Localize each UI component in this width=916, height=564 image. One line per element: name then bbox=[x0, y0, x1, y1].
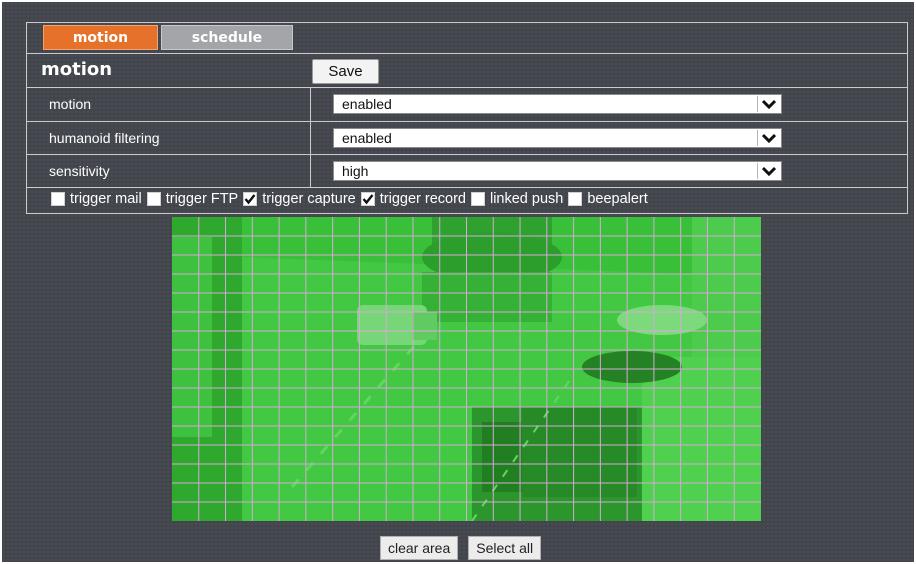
trigger-ftp-checkbox[interactable]: trigger FTP bbox=[146, 191, 239, 207]
checkbox-label: trigger mail bbox=[70, 191, 142, 207]
clear-area-button[interactable]: clear area bbox=[380, 536, 459, 560]
setting-label: motion bbox=[49, 96, 92, 112]
select-value: enabled bbox=[342, 96, 392, 112]
beepalert-checkbox[interactable]: beepalert bbox=[568, 191, 648, 207]
chevron-down-icon bbox=[757, 130, 780, 146]
alarm-options: trigger mail trigger FTP trigger capture… bbox=[51, 191, 653, 207]
checkbox-box[interactable] bbox=[51, 192, 65, 206]
setting-row-humanoid-filtering: humanoid filtering enabled bbox=[27, 122, 907, 155]
area-buttons: clear area Select all bbox=[380, 536, 542, 560]
trigger-record-checkbox[interactable]: trigger record bbox=[360, 191, 466, 207]
column-divider bbox=[310, 88, 311, 121]
checkbox-label: trigger record bbox=[379, 191, 466, 207]
tab-bar: motion schedule bbox=[43, 25, 293, 51]
column-divider bbox=[310, 122, 311, 155]
motion-settings-window: motion schedule motion Save motion enabl… bbox=[2, 2, 914, 562]
motion-detection-area[interactable] bbox=[172, 217, 761, 521]
section-header: motion Save bbox=[27, 54, 907, 87]
select-value: high bbox=[342, 163, 369, 179]
sensitivity-select[interactable]: high bbox=[333, 161, 782, 181]
motion-select[interactable]: enabled bbox=[333, 94, 782, 114]
column-divider bbox=[310, 155, 311, 188]
checkbox-box[interactable] bbox=[568, 192, 583, 206]
checkbox-box[interactable] bbox=[146, 192, 161, 206]
chevron-down-icon bbox=[757, 163, 780, 179]
trigger-capture-checkbox[interactable]: trigger capture bbox=[243, 191, 356, 207]
setting-label: sensitivity bbox=[49, 163, 110, 179]
checkbox-box[interactable] bbox=[470, 192, 485, 206]
checkbox-box[interactable] bbox=[360, 192, 375, 206]
camera-preview-image bbox=[172, 217, 761, 521]
chevron-down-icon bbox=[757, 96, 780, 112]
save-button[interactable]: Save bbox=[312, 59, 379, 84]
checkbox-label: beepalert bbox=[587, 191, 648, 207]
checkbox-label: trigger FTP bbox=[165, 191, 239, 207]
trigger-mail-checkbox[interactable]: trigger mail bbox=[51, 191, 142, 207]
section-title: motion bbox=[41, 59, 113, 80]
setting-label: humanoid filtering bbox=[49, 130, 160, 146]
linked-push-checkbox[interactable]: linked push bbox=[470, 191, 564, 207]
humanoid-filtering-select[interactable]: enabled bbox=[333, 128, 782, 148]
select-value: enabled bbox=[342, 130, 392, 146]
divider bbox=[27, 187, 907, 188]
setting-row-sensitivity: sensitivity high bbox=[27, 155, 907, 188]
checkbox-label: linked push bbox=[489, 191, 564, 207]
checkbox-label: trigger capture bbox=[262, 191, 356, 207]
checkbox-box[interactable] bbox=[243, 192, 258, 206]
tab-schedule[interactable]: schedule bbox=[161, 25, 293, 50]
motion-settings-panel: motion schedule motion Save motion enabl… bbox=[26, 22, 908, 214]
setting-row-motion: motion enabled bbox=[27, 88, 907, 121]
select-all-button[interactable]: Select all bbox=[468, 536, 542, 560]
tab-motion[interactable]: motion bbox=[43, 25, 158, 50]
